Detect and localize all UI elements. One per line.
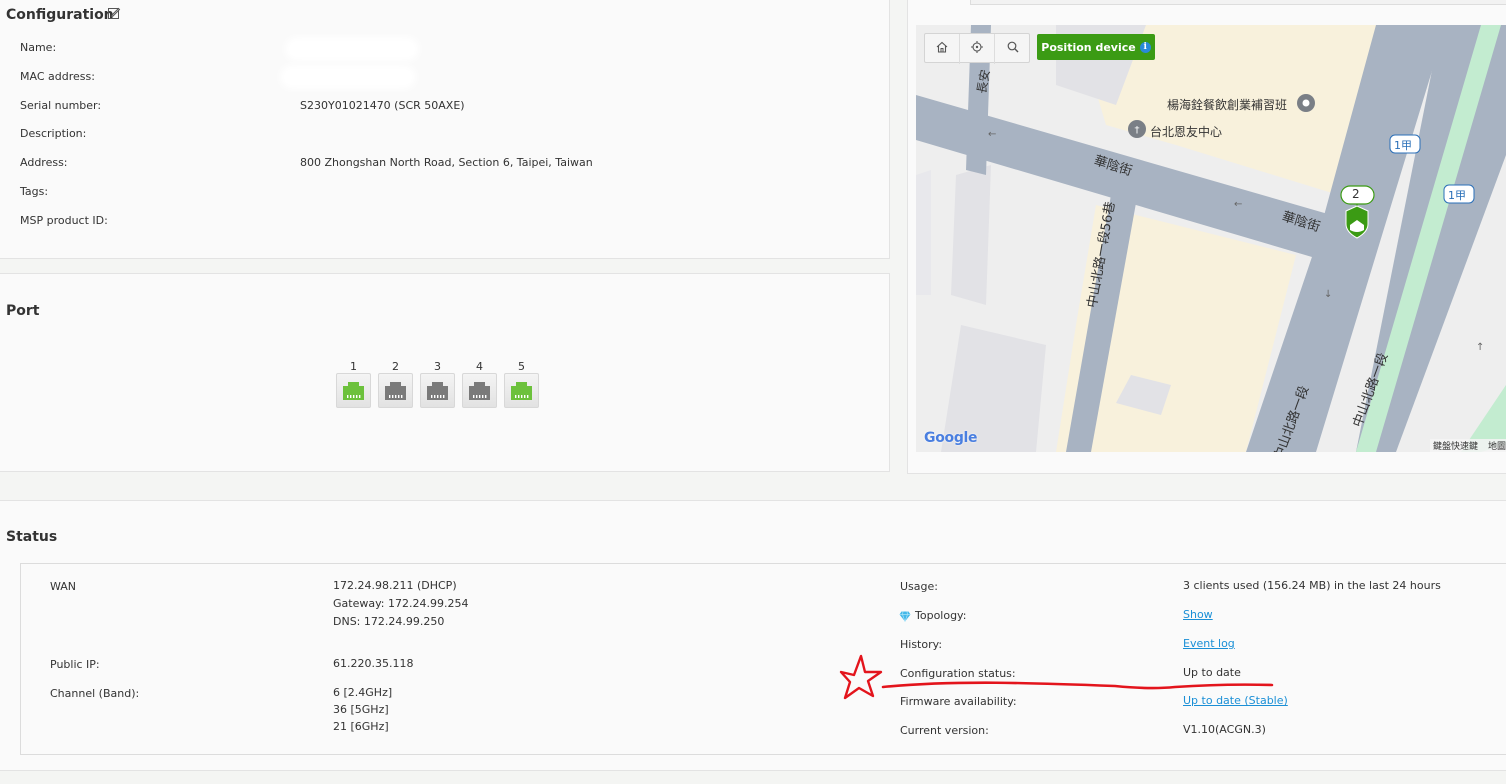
field-label-serial: Serial number: [20,99,102,112]
svg-text:←: ← [1234,199,1242,210]
field-label-tags: Tags: [20,185,49,198]
field-value-address: 800 Zhongshan North Road, Section 6, Tai… [300,156,593,169]
map-poi-label: 楊海銓餐飲創業補習班 [1167,98,1288,112]
map-home-button[interactable] [925,34,960,64]
star-mark-icon [839,654,883,700]
port-title: Port [6,303,40,319]
edit-icon[interactable] [107,6,121,20]
svg-text:↑: ↑ [1476,342,1484,353]
topology-show-link[interactable]: Show [1183,606,1213,623]
field-value-serial: S230Y01021470 (SCR 50AXE) [300,99,465,112]
map-route-label: 1甲 [1448,189,1466,202]
status-label-current-version: Current version: [900,724,989,737]
keyboard-shortcuts-link[interactable]: 鍵盤快速鍵 [1433,439,1478,452]
port-number-3: 3 [434,360,441,373]
port-number-1: 1 [350,360,357,373]
ethernet-port-icon [469,382,490,400]
info-icon: i [1139,41,1151,53]
status-value-public-ip: 61.220.35.118 [333,657,414,670]
mac-value-redacted [284,69,412,85]
diamond-icon [899,609,911,623]
home-icon [935,40,949,59]
status-value-channel-5: 36 [5GHz] [333,703,389,716]
field-label-mac: MAC address: [20,70,95,83]
status-value-channel-6: 21 [6GHz] [333,720,389,733]
map-drawing: ← ← ↓ ↑ † [916,25,1506,452]
status-value-usage: 3 clients used (156.24 MB) in the last 2… [1183,579,1441,592]
status-value-wan-gateway: Gateway: 172.24.99.254 [333,597,469,610]
position-device-button[interactable]: Position device i [1037,34,1155,60]
status-label-wan: WAN [50,580,77,593]
svg-text:†: † [1135,125,1140,136]
status-value-channel-24: 6 [2.4GHz] [333,686,393,699]
configuration-panel: Configuration Name: MAC address: Serial … [0,0,890,259]
status-label-topology: Topology: [915,609,967,622]
port-number-2: 2 [392,360,399,373]
google-logo: Google [924,430,978,446]
configuration-title: Configuration [6,7,114,23]
port-4[interactable] [462,373,497,408]
map-cluster-count[interactable]: 2 [1352,187,1360,201]
port-number-5: 5 [518,360,525,373]
name-value-redacted [289,41,415,57]
ethernet-port-icon [427,382,448,400]
map-data-link[interactable]: 地圖 [1488,439,1506,452]
crosshair-icon [970,40,984,59]
map-poi-label: 台北恩友中心 [1150,125,1223,139]
map-footer: 鍵盤快速鍵 地圖 [1430,439,1506,452]
map-canvas[interactable]: ← ← ↓ ↑ † 楊海銓餐飲創業補習班 台北恩友中心 華陰街 華陰街 中山北路… [916,25,1506,452]
field-label-description: Description: [20,127,87,140]
ethernet-port-icon [511,382,532,400]
map-search-button[interactable] [995,34,1030,64]
status-label-public-ip: Public IP: [50,658,100,671]
map-locate-button[interactable] [960,34,995,64]
red-annotation [839,654,1274,700]
search-icon [1006,40,1020,59]
ethernet-port-icon [385,382,406,400]
status-value-wan-ip: 172.24.98.211 (DHCP) [333,579,457,592]
svg-text:↓: ↓ [1324,289,1332,300]
google-logo-text: Google [924,430,978,446]
status-label-usage: Usage: [900,580,938,593]
map-toolbar [924,33,1030,64]
port-number-4: 4 [476,360,483,373]
status-value-current-version: V1.10(ACGN.3) [1183,723,1266,736]
port-5[interactable] [504,373,539,408]
field-label-address: Address: [20,156,68,169]
port-1[interactable] [336,373,371,408]
status-title: Status [6,529,58,545]
position-device-label: Position device [1041,40,1136,54]
field-label-msp-product-id: MSP product ID: [20,214,108,227]
port-3[interactable] [420,373,455,408]
underline-mark [881,681,1274,690]
port-panel: Port 1 2 3 4 5 [0,273,890,472]
ethernet-port-icon [343,382,364,400]
status-label-channel: Channel (Band): [50,687,140,700]
map-top-tab [970,0,1506,5]
svg-text:←: ← [988,129,996,140]
field-label-name: Name: [20,41,57,54]
port-2[interactable] [378,373,413,408]
status-value-wan-dns: DNS: 172.24.99.250 [333,615,445,628]
map-route-label: 1甲 [1394,139,1412,152]
